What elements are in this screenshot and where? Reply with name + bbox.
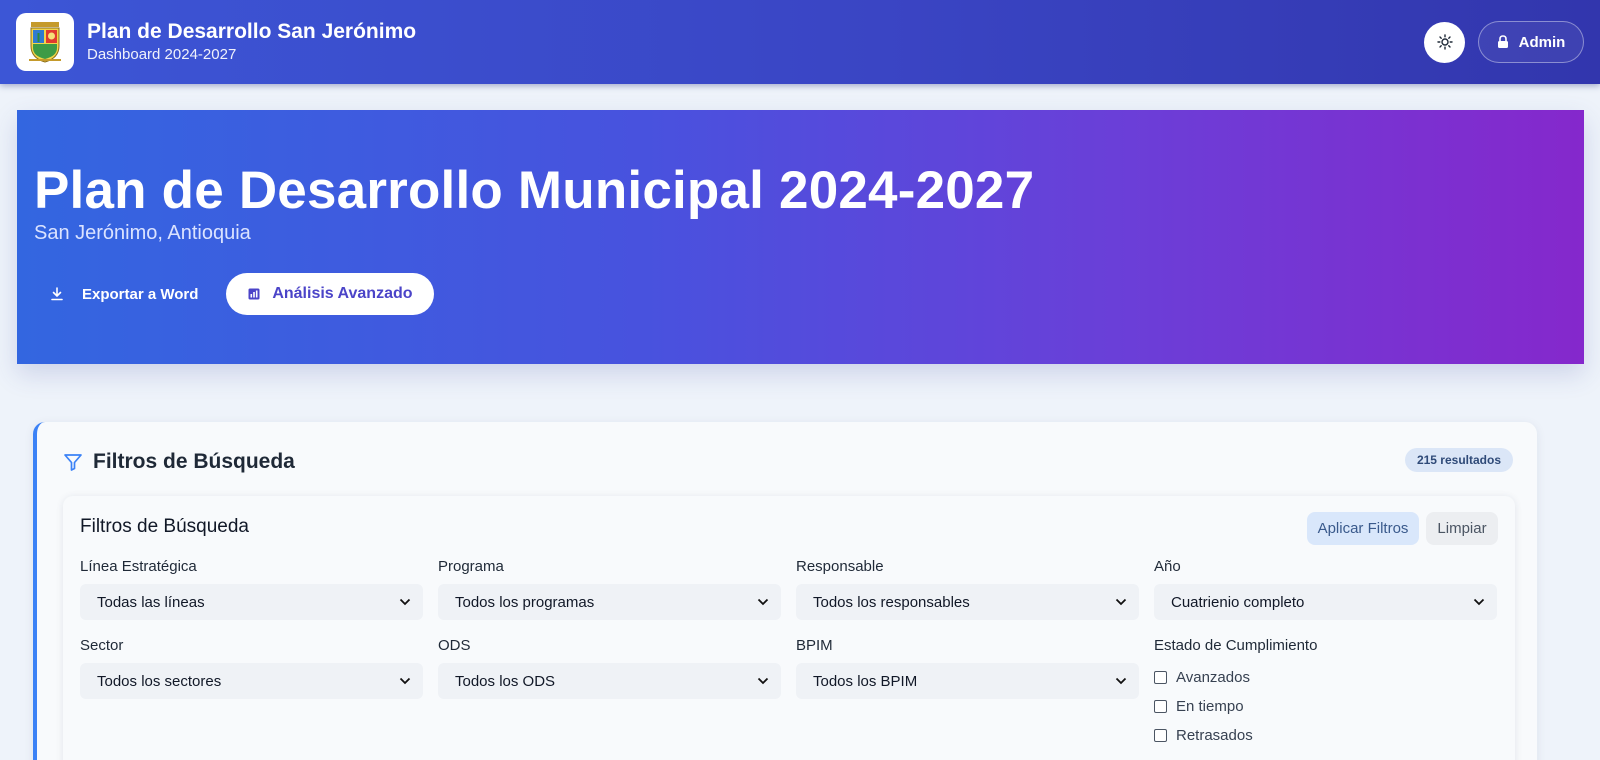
- lock-icon: [1497, 35, 1508, 48]
- chevron-down-icon: [1115, 677, 1127, 685]
- field-ano: Año Cuatrienio completo: [1154, 558, 1497, 620]
- checkbox-label: En tiempo: [1176, 698, 1244, 715]
- admin-label: Admin: [1518, 33, 1566, 51]
- chevron-down-icon: [757, 677, 769, 685]
- field-label: Año: [1154, 558, 1181, 575]
- hero-actions: Exportar a Word Análisis Avanzado: [34, 273, 435, 315]
- field-sector: Sector Todos los sectores: [80, 637, 423, 699]
- field-label: Responsable: [796, 558, 884, 575]
- chevron-down-icon: [399, 598, 411, 606]
- en-tiempo-checkbox[interactable]: [1154, 700, 1167, 713]
- field-programa: Programa Todos los programas: [438, 558, 781, 620]
- export-label: Exportar a Word: [82, 285, 199, 303]
- export-word-button[interactable]: Exportar a Word: [34, 273, 214, 315]
- linea-estrategica-select[interactable]: Todas las líneas: [80, 584, 423, 620]
- chart-icon: [248, 288, 260, 300]
- field-label: Programa: [438, 558, 504, 575]
- chevron-down-icon: [1115, 598, 1127, 606]
- app-title: Plan de Desarrollo San Jerónimo: [87, 20, 417, 43]
- responsable-select[interactable]: Todos los responsables: [796, 584, 1139, 620]
- ods-select[interactable]: Todos los ODS: [438, 663, 781, 699]
- municipality-logo[interactable]: [16, 13, 74, 71]
- chevron-down-icon: [399, 677, 411, 685]
- status-option-retrasados[interactable]: Retrasados: [1154, 721, 1497, 750]
- select-value: Todos los programas: [455, 593, 595, 611]
- avanzados-checkbox[interactable]: [1154, 671, 1167, 684]
- field-label: Sector: [80, 637, 124, 654]
- coat-of-arms-icon: [29, 22, 61, 63]
- apply-filters-button[interactable]: Aplicar Filtros: [1307, 512, 1419, 545]
- field-responsable: Responsable Todos los responsables: [796, 558, 1139, 620]
- filters-header: Filtros de Búsqueda: [63, 450, 295, 474]
- bpim-select[interactable]: Todos los BPIM: [796, 663, 1139, 699]
- clear-filters-button[interactable]: Limpiar: [1426, 512, 1498, 545]
- field-linea-estrategica: Línea Estratégica Todas las líneas: [80, 558, 423, 620]
- retrasados-checkbox[interactable]: [1154, 729, 1167, 742]
- select-value: Cuatrienio completo: [1171, 593, 1305, 611]
- filters-panel: Filtros de Búsqueda Aplicar Filtros Limp…: [63, 496, 1515, 760]
- brand: Plan de Desarrollo San Jerónimo Dashboar…: [87, 19, 416, 65]
- analysis-label: Análisis Avanzado: [272, 285, 413, 302]
- filters-title: Filtros de Búsqueda: [93, 450, 295, 473]
- field-bpim: BPIM Todos los BPIM: [796, 637, 1139, 699]
- programa-select[interactable]: Todos los programas: [438, 584, 781, 620]
- admin-login-button[interactable]: Admin: [1478, 21, 1584, 63]
- checkbox-label: Avanzados: [1176, 669, 1250, 686]
- status-checkbox-group: Avanzados En tiempo Retrasados: [1154, 663, 1497, 750]
- chevron-down-icon: [757, 598, 769, 606]
- app-subtitle: Dashboard 2024-2027: [87, 46, 237, 63]
- select-value: Todos los sectores: [97, 672, 222, 690]
- top-bar: Plan de Desarrollo San Jerónimo Dashboar…: [0, 0, 1600, 84]
- results-count-badge: 215 resultados: [1404, 448, 1513, 472]
- field-ods: ODS Todos los ODS: [438, 637, 781, 699]
- status-option-avanzados[interactable]: Avanzados: [1154, 663, 1497, 692]
- download-icon: [51, 287, 63, 301]
- advanced-analysis-button[interactable]: Análisis Avanzado: [226, 273, 435, 315]
- field-estado-cumplimiento: Estado de Cumplimiento Avanzados En tiem…: [1154, 637, 1497, 750]
- hero-banner: Plan de Desarrollo Municipal 2024-2027 S…: [17, 110, 1584, 364]
- select-value: Todos los BPIM: [813, 672, 918, 690]
- select-value: Todas las líneas: [97, 593, 205, 611]
- select-value: Todos los ODS: [455, 672, 556, 690]
- funnel-icon: [64, 454, 82, 471]
- select-value: Todos los responsables: [813, 593, 970, 611]
- ano-select[interactable]: Cuatrienio completo: [1154, 584, 1497, 620]
- field-label: Estado de Cumplimiento: [1154, 637, 1318, 654]
- chevron-down-icon: [1473, 598, 1485, 606]
- hero-title: Plan de Desarrollo Municipal 2024-2027: [34, 161, 1035, 220]
- sector-select[interactable]: Todos los sectores: [80, 663, 423, 699]
- checkbox-label: Retrasados: [1176, 727, 1253, 744]
- field-label: Línea Estratégica: [80, 558, 197, 575]
- filters-card: Filtros de Búsqueda 215 resultados Filtr…: [33, 422, 1537, 760]
- status-option-en-tiempo[interactable]: En tiempo: [1154, 692, 1497, 721]
- sun-icon: [1436, 34, 1453, 50]
- field-label: ODS: [438, 637, 471, 654]
- field-label: BPIM: [796, 637, 833, 654]
- theme-toggle-button[interactable]: [1424, 21, 1465, 63]
- filters-panel-title: Filtros de Búsqueda: [80, 516, 249, 537]
- hero-subtitle: San Jerónimo, Antioquia: [34, 222, 251, 244]
